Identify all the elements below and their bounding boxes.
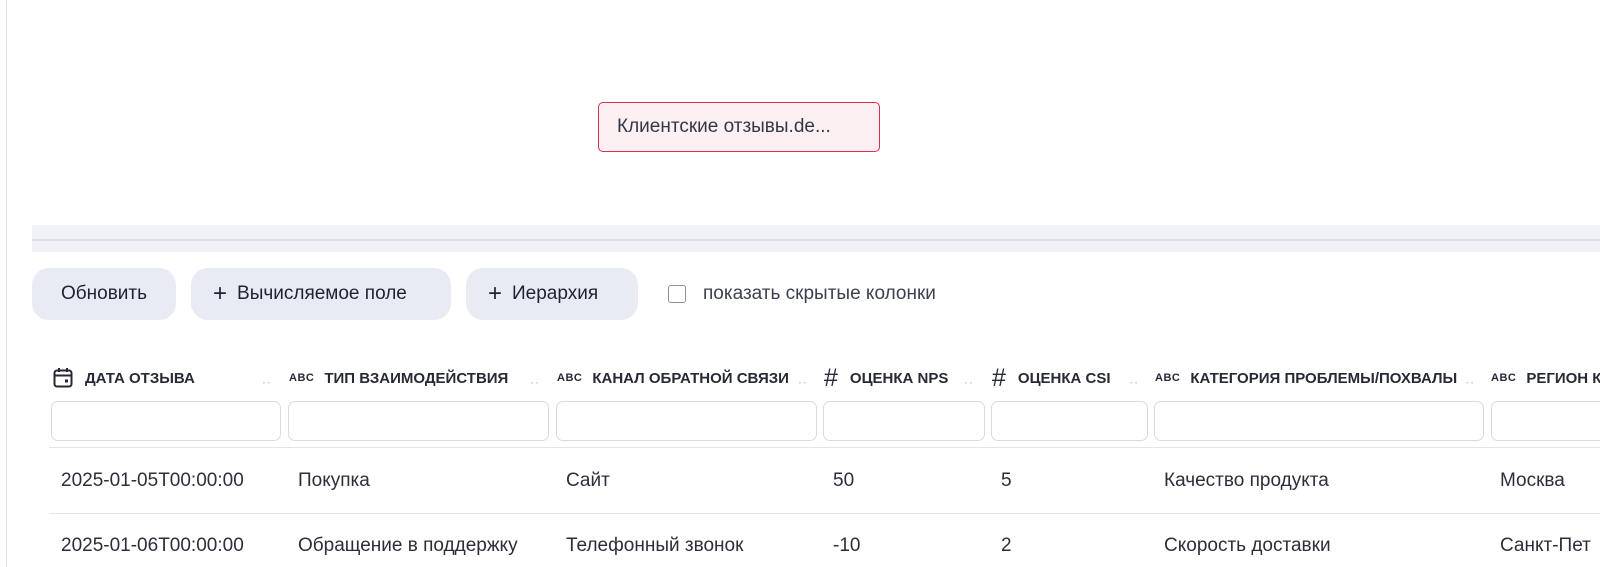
number-type-icon: # bbox=[992, 363, 1006, 392]
cell-nps-score: -10 bbox=[833, 535, 861, 556]
row-divider bbox=[49, 513, 1600, 514]
add-hierarchy-label: Иерархия bbox=[512, 283, 599, 304]
column-header-label: ОЦЕНКА NPS bbox=[849, 369, 949, 387]
calendar-icon bbox=[53, 367, 73, 389]
cell-interaction-type: Обращение в поддержку bbox=[298, 535, 518, 556]
column-filter-input[interactable] bbox=[991, 401, 1148, 441]
cell-csi-score: 5 bbox=[1001, 470, 1012, 491]
cell-issue-category: Скорость доставки bbox=[1164, 535, 1331, 556]
cell-issue-category: Качество продукта bbox=[1164, 470, 1329, 491]
column-filter-input[interactable] bbox=[1154, 401, 1484, 441]
column-header-label: ТИП ВЗАИМОДЕЙСТВИЯ bbox=[324, 369, 509, 387]
column-header-csi-score[interactable]: # ОЦЕНКА CSI bbox=[992, 360, 1111, 396]
dataset-node-label: Клиентские отзывы.de... bbox=[617, 116, 831, 137]
cell-nps-score: 50 bbox=[833, 470, 855, 491]
column-filter-input[interactable] bbox=[288, 401, 549, 441]
show-hidden-columns-toggle[interactable]: показать скрытые колонки bbox=[668, 283, 936, 305]
column-header-label: ДАТА ОТЗЫВА bbox=[85, 369, 195, 387]
plus-icon: + bbox=[488, 280, 503, 307]
column-header-label: КАНАЛ ОБРАТНОЙ СВЯЗИ bbox=[592, 369, 789, 387]
text-type-icon: ABC bbox=[289, 372, 315, 384]
table-toolbar: Обновить + Вычисляемое поле + Иерархия п… bbox=[32, 268, 936, 320]
cell-review-date: 2025-01-05T00:00:00 bbox=[61, 470, 244, 491]
cell-region: Москва bbox=[1500, 470, 1565, 491]
column-header-issue-category[interactable]: ABC КАТЕГОРИЯ ПРОБЛЕМЫ/ПОХВАЛЫ bbox=[1155, 360, 1457, 396]
show-hidden-columns-label: показать скрытые колонки bbox=[703, 283, 936, 304]
cell-region: Санкт-Пет bbox=[1500, 535, 1591, 556]
column-header-region[interactable]: ABC РЕГИОН К bbox=[1491, 360, 1600, 396]
column-header-interaction-type[interactable]: ABC ТИП ВЗАИМОДЕЙСТВИЯ bbox=[289, 360, 508, 396]
cell-review-date: 2025-01-06T00:00:00 bbox=[61, 535, 244, 556]
cell-feedback-channel: Телефонный звонок bbox=[566, 535, 744, 556]
column-header-label: РЕГИОН К bbox=[1526, 369, 1600, 387]
text-type-icon: ABC bbox=[1491, 372, 1517, 384]
column-header-label: ОЦЕНКА CSI bbox=[1017, 369, 1111, 387]
left-panel-border bbox=[6, 0, 7, 567]
column-header-label: КАТЕГОРИЯ ПРОБЛЕМЫ/ПОХВАЛЫ bbox=[1190, 369, 1458, 387]
plus-icon: + bbox=[213, 280, 228, 307]
column-resize-handle[interactable]: ·· bbox=[1465, 375, 1475, 389]
add-calculated-field-label: Вычисляемое поле bbox=[237, 283, 407, 304]
column-filter-input[interactable] bbox=[823, 401, 985, 441]
number-type-icon: # bbox=[824, 363, 838, 392]
column-resize-handle[interactable]: ·· bbox=[798, 375, 808, 389]
show-hidden-columns-checkbox[interactable] bbox=[668, 285, 686, 303]
text-type-icon: ABC bbox=[1155, 372, 1181, 384]
column-resize-handle[interactable]: ·· bbox=[1129, 375, 1139, 389]
column-resize-handle[interactable]: ·· bbox=[530, 375, 540, 389]
column-resize-handle[interactable]: ·· bbox=[964, 375, 974, 389]
cell-interaction-type: Покупка bbox=[298, 470, 370, 491]
row-divider bbox=[49, 447, 1600, 448]
text-type-icon: ABC bbox=[557, 372, 583, 384]
refresh-button-label: Обновить bbox=[60, 283, 148, 304]
refresh-button[interactable]: Обновить bbox=[32, 268, 176, 320]
cell-feedback-channel: Сайт bbox=[566, 470, 610, 491]
column-header-nps-score[interactable]: # ОЦЕНКА NPS bbox=[824, 360, 948, 396]
column-filter-input[interactable] bbox=[1491, 401, 1600, 441]
column-header-feedback-channel[interactable]: ABC КАНАЛ ОБРАТНОЙ СВЯЗИ bbox=[557, 360, 789, 396]
panel-splitter-line bbox=[32, 239, 1600, 241]
dataset-node[interactable]: Клиентские отзывы.de... bbox=[598, 102, 880, 152]
add-hierarchy-button[interactable]: + Иерархия bbox=[466, 268, 638, 320]
column-resize-handle[interactable]: ·· bbox=[262, 375, 272, 389]
cell-csi-score: 2 bbox=[1001, 535, 1012, 556]
column-header-review-date[interactable]: ДАТА ОТЗЫВА bbox=[53, 360, 195, 396]
add-calculated-field-button[interactable]: + Вычисляемое поле bbox=[191, 268, 451, 320]
column-filter-input[interactable] bbox=[51, 401, 281, 441]
column-filter-input[interactable] bbox=[556, 401, 817, 441]
